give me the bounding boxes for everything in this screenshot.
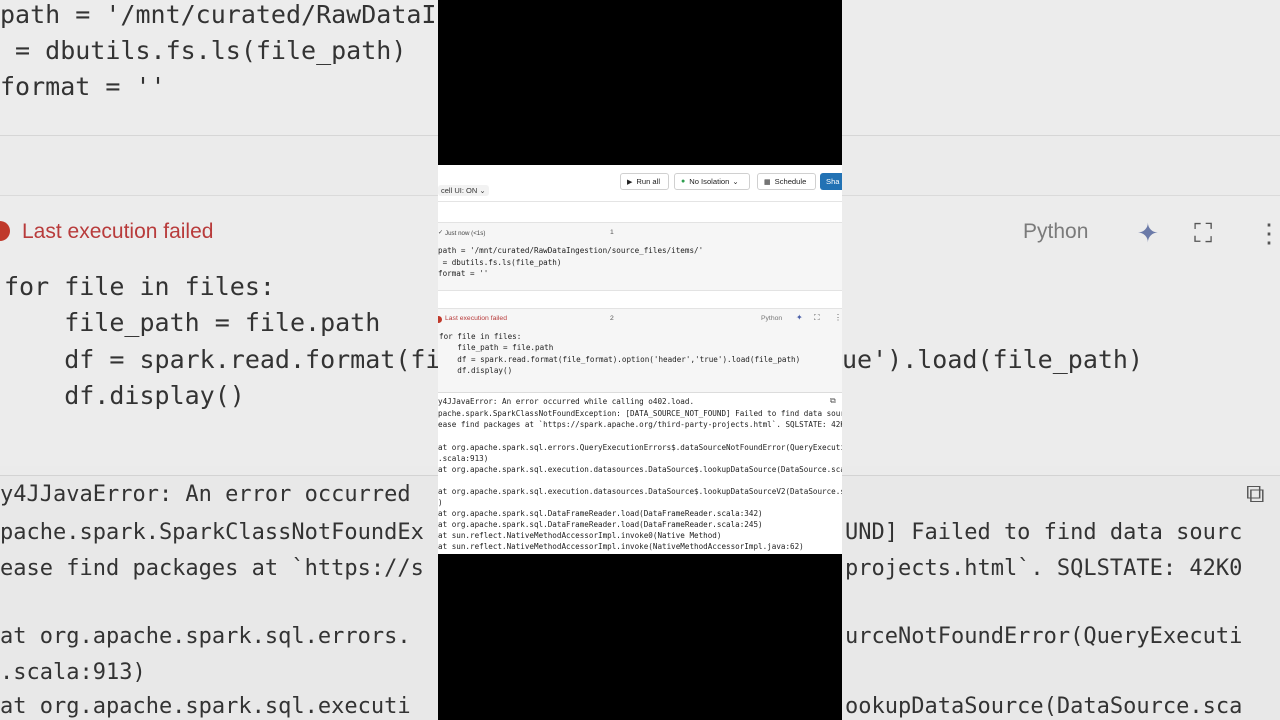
bg-code-line: format = '' [0, 72, 166, 101]
bg-output-line-right: UND] Failed to find data sourc [845, 520, 1243, 545]
bg-code-line: path = '/mnt/curated/RawDataIng [0, 0, 467, 29]
code-line: for file in files: [439, 332, 522, 341]
bg-more-icon: ⋮ [1256, 218, 1280, 248]
output-line: at sun.reflect.NativeMethodAccessorImpl.… [438, 542, 804, 551]
bg-expand-icon: ⛶ [1194, 218, 1213, 248]
output-line: y4JJavaError: An error occurred while ca… [438, 397, 695, 406]
share-button[interactable]: Sha [820, 173, 842, 190]
output-line: pache.spark.SparkClassNotFoundException:… [438, 409, 842, 418]
bg-output-line-right: ookupDataSource(DataSource.sca [845, 694, 1243, 719]
output-line: at org.apache.spark.sql.execution.dataso… [438, 465, 842, 474]
cell-number: 2 [610, 315, 614, 322]
letterbox-top [438, 0, 842, 165]
bg-code-line: df.display() [4, 381, 245, 410]
bg-output-line-right: projects.html`. SQLSTATE: 42K0 [845, 556, 1243, 581]
execution-time: Just now (<1s) [445, 230, 486, 237]
bg-status: Last execution failed [22, 220, 214, 243]
share-label: Sha [826, 177, 840, 186]
bg-output-line: y4JJavaError: An error occurred [0, 482, 411, 507]
code-line: df.display() [439, 366, 513, 375]
output-line: at org.apache.spark.sql.DataFrameReader.… [438, 520, 763, 529]
bg-code-line-right: ue').load(file_path) [842, 345, 1144, 374]
compute-label: No Isolation [689, 177, 730, 186]
output-line: ) [438, 498, 443, 507]
code-line: format = '' [438, 269, 489, 278]
cell-ui-label: cell UI: ON [441, 186, 478, 195]
chevron-down-icon: ⌄ [479, 186, 486, 195]
spacer [438, 202, 842, 221]
schedule-label: Schedule [774, 177, 807, 186]
run-all-button[interactable]: ▶ Run all [620, 173, 669, 190]
code-line: = dbutils.fs.ls(file_path) [438, 258, 562, 267]
status-dot-icon: ● [681, 178, 686, 185]
code-line: df = spark.read.format(file_format).opti… [439, 355, 801, 364]
more-icon[interactable]: ⋮ [834, 313, 842, 322]
output-line: at org.apache.spark.sql.DataFrameReader.… [438, 509, 763, 518]
check-icon: ✓ [438, 229, 444, 236]
bg-output-line: .scala:913) [0, 660, 146, 685]
code-line: path = '/mnt/curated/RawDataIngestion/so… [438, 246, 704, 255]
bg-code-line: = dbutils.fs.ls(file_path) [0, 36, 407, 65]
output-line: at org.apache.spark.sql.errors.QueryExec… [438, 443, 842, 452]
bg-code-line: df = spark.read.format(file [4, 345, 471, 374]
bg-output-line: at org.apache.spark.sql.errors. [0, 624, 411, 649]
notebook-toolbar: cell UI: ON ⌄ ▶ Run all ● No Isolation ⌄ ▦ S… [438, 165, 842, 202]
compute-select[interactable]: ● No Isolation ⌄ [674, 173, 750, 190]
bg-output-line: pache.spark.SparkClassNotFoundEx [0, 520, 424, 545]
letterbox-bottom [438, 554, 842, 720]
notebook-panel: cell UI: ON ⌄ ▶ Run all ● No Isolation ⌄ ▦ S… [438, 165, 842, 554]
bg-language: Python [1023, 220, 1089, 243]
play-icon: ▶ [627, 178, 633, 186]
bg-output-line-right: urceNotFoundError(QueryExecuti [845, 624, 1243, 649]
cell-ui-toggle[interactable]: cell UI: ON ⌄ [438, 185, 489, 196]
bg-assistant-icon: ✦ [1137, 218, 1159, 248]
bg-code-line: for file in files: [4, 272, 275, 301]
output-line: ease find packages at `https://spark.apa… [438, 420, 842, 429]
chevron-down-icon: ⌄ [732, 177, 739, 186]
calendar-icon: ▦ [764, 178, 771, 186]
copy-icon[interactable]: ⧉ [830, 396, 836, 406]
output-line: at sun.reflect.NativeMethodAccessorImpl.… [438, 531, 722, 540]
bg-output-line: at org.apache.spark.sql.executi [0, 694, 411, 719]
language-selector[interactable]: Python [761, 315, 782, 322]
bg-copy-icon: ⧉ [1246, 478, 1265, 508]
cell-status: Last execution failed [445, 315, 507, 322]
cell-number: 1 [610, 229, 614, 236]
schedule-button[interactable]: ▦ Schedule [757, 173, 816, 190]
output-line: at org.apache.spark.sql.execution.dataso… [438, 487, 842, 496]
output-line: .scala:913) [438, 454, 489, 463]
code-line: file_path = file.path [439, 343, 554, 352]
bg-output-line: ease find packages at `https://s [0, 556, 424, 581]
assistant-icon[interactable]: ✦ [796, 313, 803, 322]
code-cell-1[interactable]: ✓ Just now (<1s) 1 path = '/mnt/curated/… [438, 222, 842, 291]
run-all-label: Run all [636, 177, 661, 186]
expand-icon[interactable]: ⛶ [814, 313, 820, 323]
bg-code-line: file_path = file.path [4, 308, 381, 337]
